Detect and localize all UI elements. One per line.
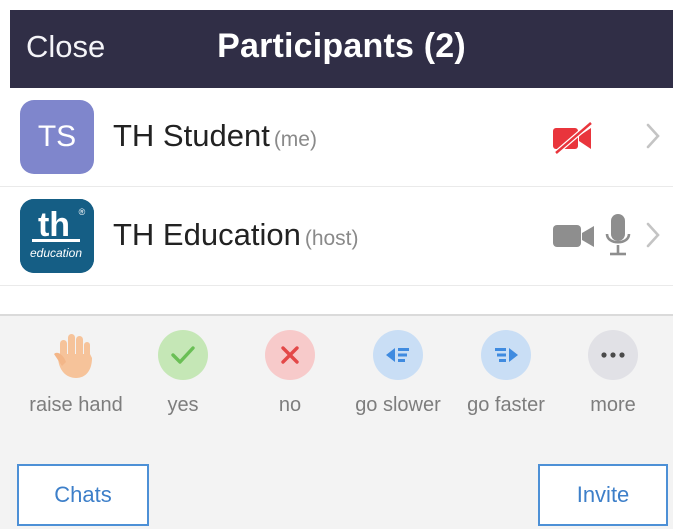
go-slower-button[interactable]: go slower <box>338 330 458 417</box>
participant-name: TH Education (host) <box>113 217 359 253</box>
go-faster-button[interactable]: go faster <box>446 330 566 417</box>
reaction-label: no <box>278 394 302 416</box>
header-bar: Close Participants (2) <box>10 10 673 88</box>
more-dots-icon <box>588 330 638 380</box>
go-slower-icon <box>373 330 423 380</box>
education-logo: th education ® <box>20 199 94 273</box>
logo-text-bottom: education <box>30 246 82 260</box>
participant-tag: (me) <box>273 128 317 151</box>
reaction-label: go slower <box>355 394 441 416</box>
reaction-label: go faster <box>467 394 545 416</box>
chats-button[interactable]: Chats <box>17 464 149 526</box>
participant-name: TH Student (me) <box>113 118 317 154</box>
x-icon <box>265 330 315 380</box>
raise-hand-icon <box>51 330 101 380</box>
participant-name-text: TH Education <box>113 217 301 252</box>
more-button[interactable]: more <box>553 330 673 417</box>
reaction-label: yes <box>167 394 199 416</box>
participant-tag: (host) <box>304 227 359 250</box>
logo-text-top: th <box>38 206 70 244</box>
participant-row-th-education[interactable]: th education ® TH Education (host) <box>0 187 673 286</box>
reaction-label: more <box>590 394 636 416</box>
participant-name-text: TH Student <box>113 118 270 153</box>
video-camera-icon[interactable] <box>552 223 596 256</box>
microphone-icon[interactable] <box>604 213 632 264</box>
reaction-label: raise hand <box>29 394 123 416</box>
chevron-right-icon[interactable] <box>645 122 661 155</box>
yes-button[interactable]: yes <box>123 330 243 417</box>
participant-row-th-student[interactable]: TS TH Student (me) <box>0 88 673 187</box>
reactions-panel: raise hand yes no go slower go faster mo… <box>0 314 673 529</box>
chevron-right-icon[interactable] <box>645 221 661 254</box>
raise-hand-button[interactable]: raise hand <box>16 330 136 417</box>
logo-registered-mark: ® <box>79 207 86 217</box>
invite-button[interactable]: Invite <box>538 464 668 526</box>
video-off-icon[interactable] <box>551 121 595 160</box>
no-button[interactable]: no <box>230 330 350 417</box>
avatar: TS <box>20 100 94 174</box>
go-faster-icon <box>481 330 531 380</box>
checkmark-icon <box>158 330 208 380</box>
page-title: Participants (2) <box>217 27 466 65</box>
